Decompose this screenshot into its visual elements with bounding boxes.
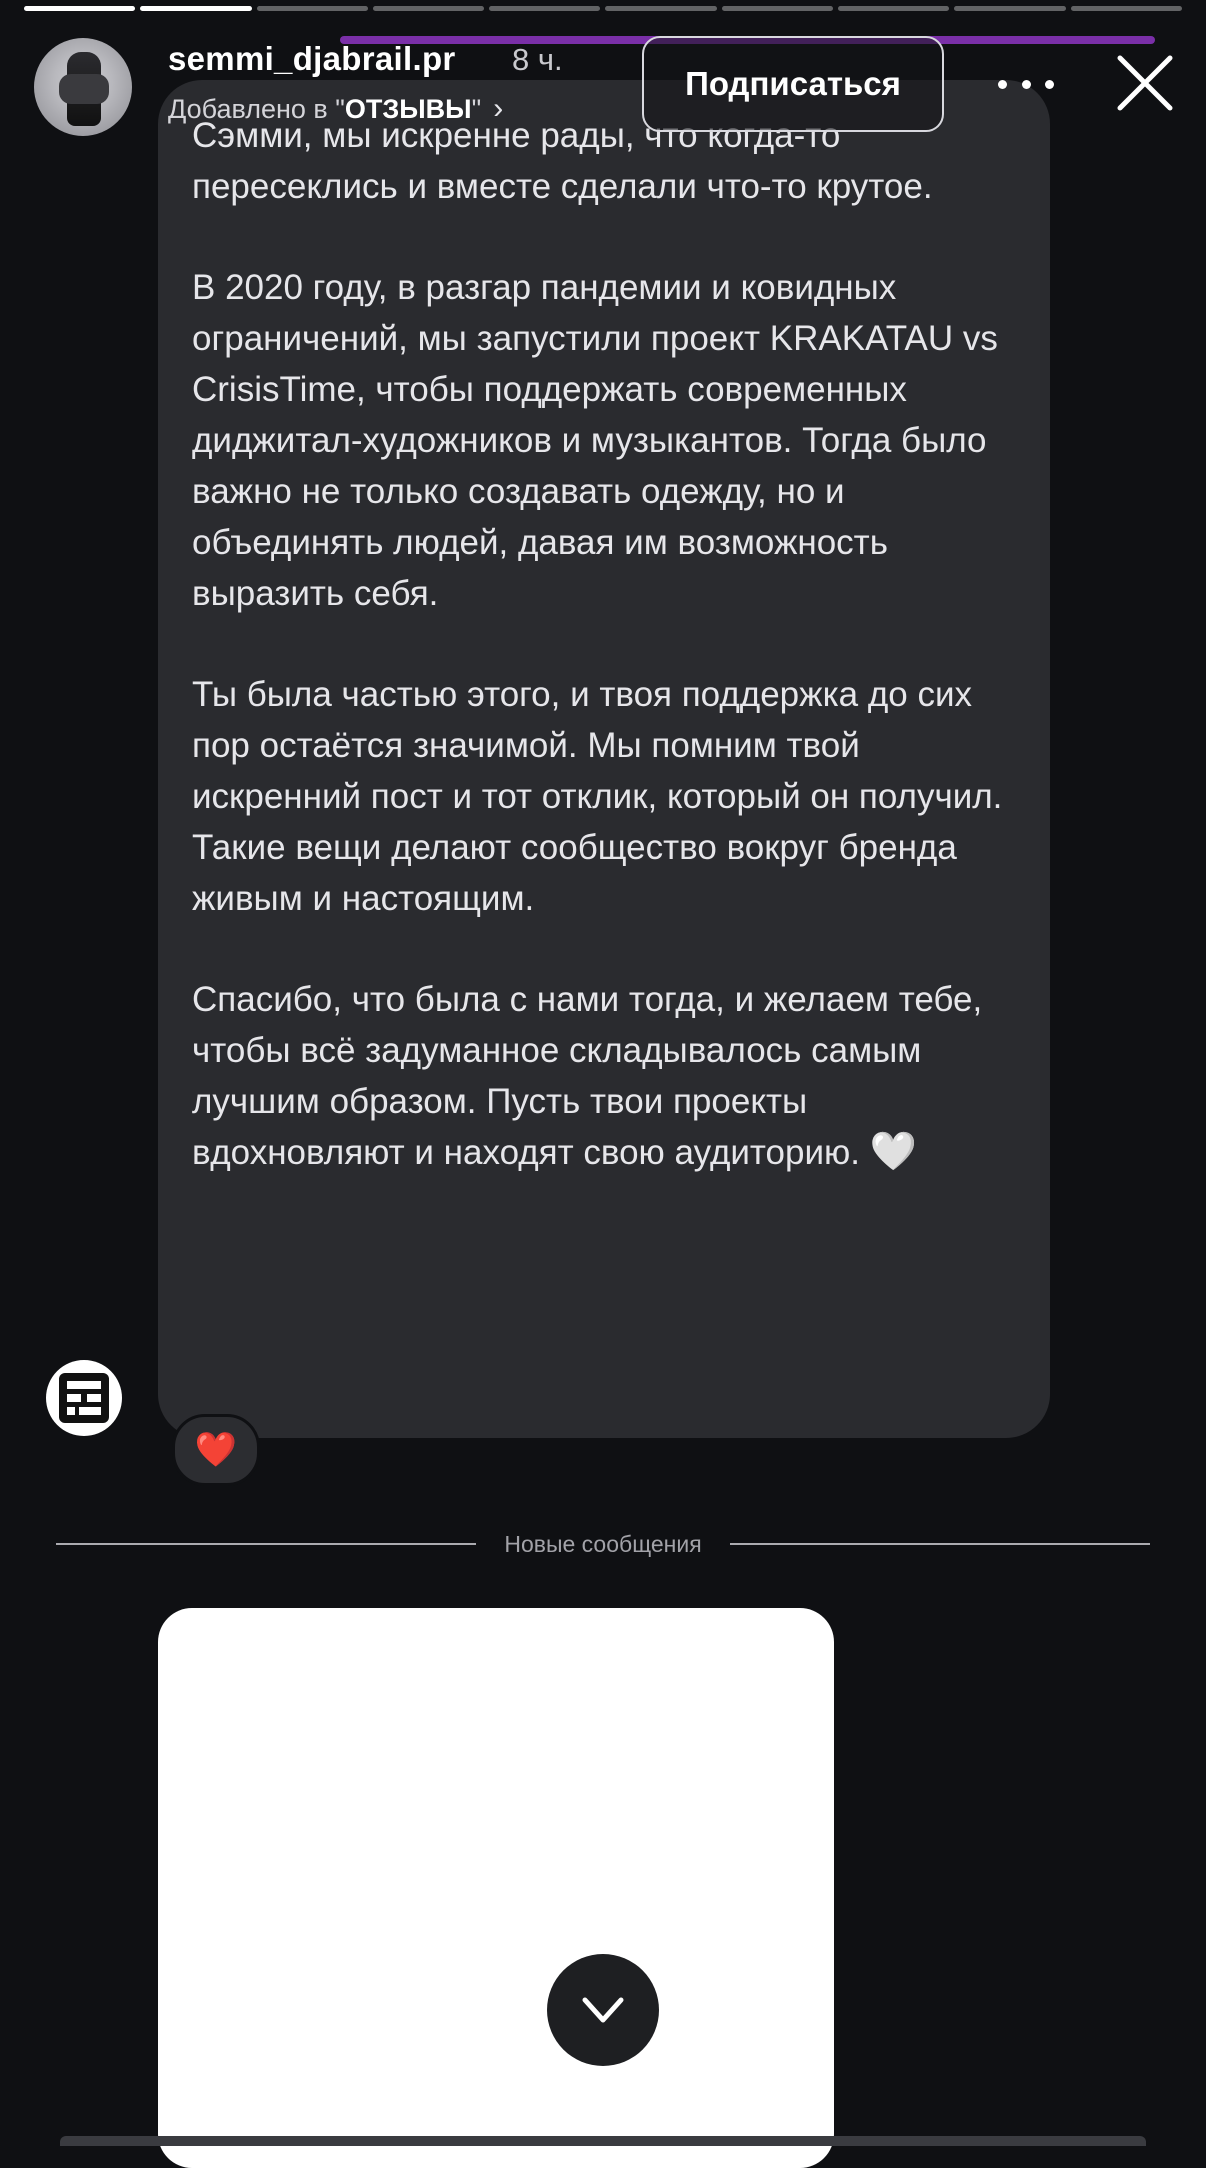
bottom-input-bar xyxy=(60,2136,1146,2146)
divider-label: Новые сообщения xyxy=(504,1530,702,1557)
new-messages-divider: Новые сообщения xyxy=(56,1524,1150,1564)
post-time: 8 ч. xyxy=(512,42,563,77)
scroll-down-button[interactable] xyxy=(547,1954,659,2066)
highlight-link[interactable]: Добавлено в "ОТЗЫВЫ" › xyxy=(168,92,503,126)
message-paragraph: В 2020 году, в разгар пандемии и ковидны… xyxy=(192,268,998,613)
message-paragraph-text: Спасибо, что была с нами тогда, и желаем… xyxy=(192,980,983,1172)
more-options-icon[interactable] xyxy=(998,64,1054,104)
white-heart-emoji: 🤍 xyxy=(869,1131,918,1173)
highlight-name: ОТЗЫВЫ xyxy=(344,93,472,124)
message-paragraph: Ты была частью этого, и твоя поддержка д… xyxy=(192,675,1003,918)
subscribe-button[interactable]: Подписаться xyxy=(642,36,944,132)
brand-logo-icon xyxy=(59,1373,109,1423)
chevron-right-icon: › xyxy=(493,92,504,125)
profile-avatar[interactable] xyxy=(34,38,132,136)
chevron-down-icon xyxy=(582,1997,624,2023)
message-paragraph-last: Спасибо, что была с нами тогда, и желаем… xyxy=(192,974,1006,1178)
attachment-card[interactable] xyxy=(158,1608,834,2168)
story-header: semmi_djabrail.pr 8 ч. Добавлено в "ОТЗЫ… xyxy=(0,0,1206,150)
message-bubble[interactable]: Сэмми, мы искренне рады, что когда-то пе… xyxy=(158,80,1050,1438)
divider-line xyxy=(729,1543,1150,1545)
heart-reaction[interactable]: ❤️ xyxy=(172,1414,260,1486)
sender-avatar[interactable] xyxy=(46,1360,122,1436)
close-icon[interactable] xyxy=(1110,48,1180,118)
username[interactable]: semmi_djabrail.pr xyxy=(168,40,456,78)
added-prefix: Добавлено в "ОТЗЫВЫ" xyxy=(168,93,482,124)
divider-line xyxy=(56,1543,477,1545)
